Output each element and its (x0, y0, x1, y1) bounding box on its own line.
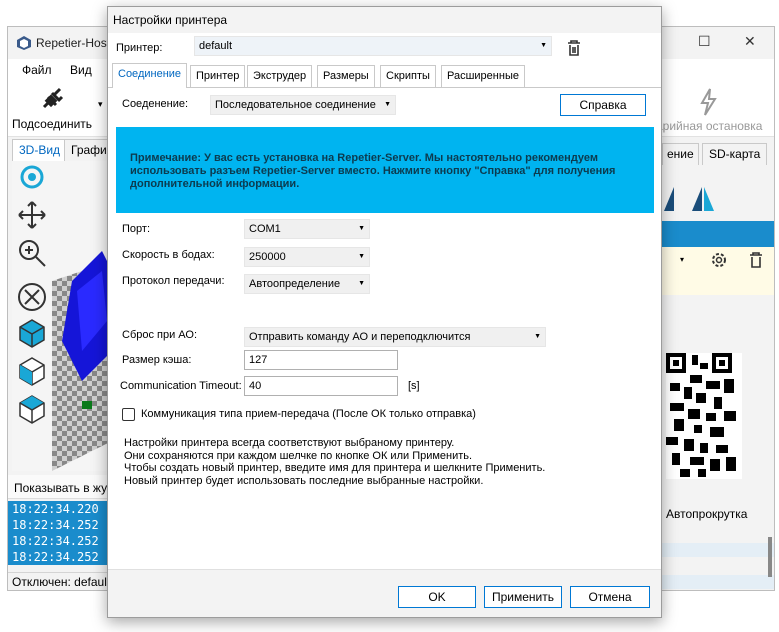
chevron-down-icon: ▼ (384, 101, 391, 108)
trash-icon[interactable] (748, 251, 764, 269)
object-list-header (662, 221, 774, 247)
maximize-icon[interactable]: ☐ (698, 33, 711, 50)
connection-label: Соеденение: (122, 98, 189, 110)
reset-label: Сброс при АО: (122, 329, 198, 341)
apply-button[interactable]: Применить (484, 586, 562, 608)
move-tool-icon[interactable] (16, 199, 48, 231)
right-panel: ение SD-карта ▾ Автопрокрутка (662, 139, 774, 591)
chevron-down-icon: ▼ (534, 333, 541, 340)
timeout-unit: [s] (408, 380, 420, 392)
ok-button[interactable]: OK (398, 586, 476, 608)
dialog-title: Настройки принтера (108, 7, 661, 33)
info-line: Новый принтер будет использовать последн… (124, 474, 484, 487)
app-title: Repetier-Host (36, 36, 111, 50)
info-line: Настройки принтера всегда соответствуют … (124, 437, 455, 449)
timeout-label: Communication Timeout: (120, 380, 242, 392)
tab-extruder[interactable]: Экструдер (247, 65, 313, 87)
3d-viewport[interactable] (12, 161, 112, 471)
protocol-value: Автоопределение (249, 278, 341, 290)
tab-connection[interactable]: Соединение (112, 63, 188, 88)
connect-dropdown-icon[interactable]: ▾ (98, 99, 103, 110)
zoom-tool-icon[interactable] (16, 237, 48, 269)
log-row-shade (662, 543, 774, 557)
app-logo-icon (17, 36, 31, 50)
tab-3d-view[interactable]: 3D-Вид (12, 139, 68, 161)
log-show-label[interactable]: Показывать в журнале (8, 475, 108, 499)
printer-select[interactable]: default ▼ (194, 36, 552, 56)
pingpong-label[interactable]: Коммуникация типа прием-передача (После … (141, 408, 476, 420)
qr-code-image (666, 353, 742, 479)
pingpong-checkbox[interactable] (122, 408, 135, 421)
fit-view-icon[interactable] (16, 281, 48, 313)
port-value: COM1 (249, 223, 281, 235)
log-panel: Показывать в журнале 18:22:34.220 18:22:… (8, 475, 108, 573)
port-select[interactable]: COM1 ▼ (244, 219, 370, 239)
reset-select[interactable]: Отправить команду АО и переподключится ▼ (244, 327, 546, 347)
printer-value: default (199, 40, 233, 52)
top-view-icon[interactable] (16, 393, 48, 425)
protocol-label: Протокол передачи: (122, 275, 225, 287)
printer-settings-dialog: Настройки принтера Принтер: default ▼ Со… (107, 6, 662, 618)
lightning-icon (700, 88, 717, 116)
log-line: 18:22:34.252 (8, 517, 108, 533)
log-line: 18:22:34.252 (8, 533, 108, 549)
object-dropdown-icon[interactable]: ▾ (680, 255, 684, 264)
baud-select[interactable]: 250000 ▼ (244, 247, 370, 267)
tab-partial[interactable]: ение (662, 143, 699, 165)
tab-printer[interactable]: Принтер (190, 65, 246, 87)
delete-printer-icon[interactable] (566, 39, 582, 57)
chevron-down-icon: ▼ (358, 280, 365, 287)
emergency-stop-label[interactable]: арийная остановка (656, 119, 762, 133)
autoscroll-label[interactable]: Автопрокрутка (666, 507, 747, 521)
info-line: Они сохраняются при каждом шелчке по кно… (124, 449, 473, 462)
front-view-icon[interactable] (16, 355, 48, 387)
tab-advanced[interactable]: Расширенные (441, 65, 525, 87)
object-row[interactable]: ▾ (662, 247, 774, 295)
tab-divider (108, 87, 661, 88)
chevron-down-icon: ▼ (358, 253, 365, 260)
log-scrollbar[interactable] (768, 537, 772, 577)
tab-sd-card[interactable]: SD-карта (702, 143, 768, 165)
baud-label: Скорость в бодах: (122, 249, 215, 261)
cache-size-input[interactable]: 127 (244, 350, 398, 370)
chevron-down-icon: ▼ (540, 42, 547, 49)
3d-model-render (52, 251, 112, 471)
info-line: Чтобы создать новый принтер, введите имя… (124, 462, 546, 474)
iso-view-icon[interactable] (16, 317, 48, 349)
rotate-tool-icon[interactable] (16, 161, 48, 193)
cancel-button[interactable]: Отмена (570, 586, 650, 608)
connect-button[interactable]: Подсоединить (12, 83, 96, 135)
tab-scripts[interactable]: Скрипты (380, 65, 436, 87)
connection-value: Последовательное соединение (215, 99, 376, 111)
reset-value: Отправить команду АО и переподключится (249, 331, 471, 343)
baud-value: 250000 (249, 251, 286, 263)
connection-select[interactable]: Последовательное соединение ▼ (210, 95, 396, 115)
chevron-down-icon: ▼ (358, 225, 365, 232)
gear-icon[interactable] (710, 251, 728, 269)
log-line: 18:22:34.252 (8, 549, 108, 565)
dialog-footer: OK Применить Отмена (108, 569, 661, 617)
timeout-input[interactable]: 40 (244, 376, 398, 396)
left-tabs: 3D-Вид Графики (8, 139, 126, 161)
port-label: Порт: (122, 223, 150, 235)
close-icon[interactable]: ✕ (744, 33, 756, 50)
server-notice: Примечание: У вас есть установка на Repe… (116, 127, 654, 213)
tab-dimensions[interactable]: Размеры (317, 65, 375, 87)
help-button[interactable]: Справка (560, 94, 646, 116)
protocol-select[interactable]: Автоопределение ▼ (244, 274, 370, 294)
menu-file[interactable]: Файл (22, 63, 52, 77)
connect-label: Подсоединить (12, 117, 93, 131)
cache-label: Размер кэша: (122, 354, 192, 366)
log-row-shade (662, 575, 774, 589)
mirror-icon (664, 187, 714, 211)
plug-icon (42, 87, 64, 109)
info-text: Настройки принтера всегда соответствуют … (124, 437, 644, 487)
status-bar: Отключен: default (8, 572, 108, 590)
printer-label: Принтер: (116, 42, 163, 54)
menu-view[interactable]: Вид (70, 63, 92, 77)
log-line: 18:22:34.220 (8, 501, 108, 517)
